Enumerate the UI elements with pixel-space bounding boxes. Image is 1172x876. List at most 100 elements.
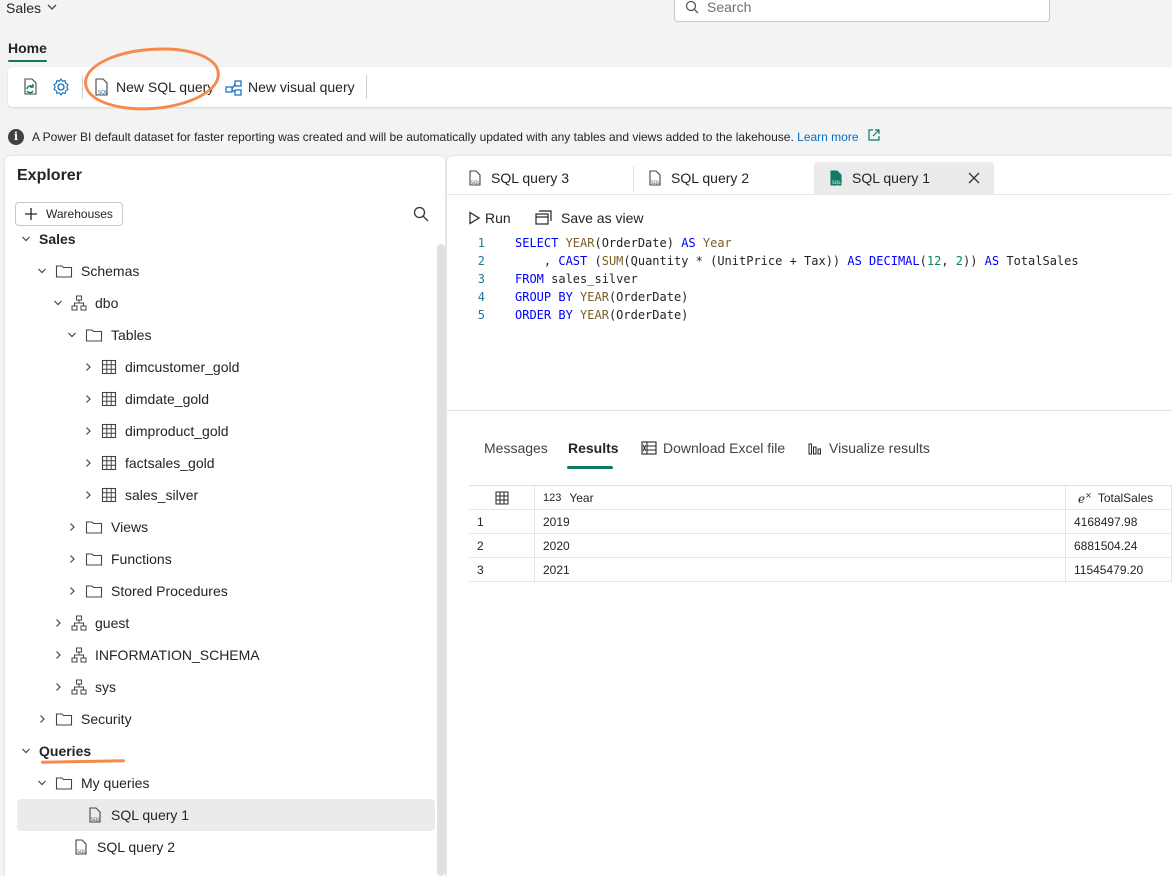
code-line: 2 , CAST (SUM(Quantity * (UnitPrice + Ta… xyxy=(447,254,1172,272)
chevron-down-icon[interactable] xyxy=(35,778,49,788)
save-as-view-button[interactable]: Save as view xyxy=(535,210,643,226)
run-label: Run xyxy=(485,210,511,226)
tree-item[interactable]: Tables xyxy=(5,319,425,351)
new-visual-query-label: New visual query xyxy=(248,79,355,95)
line-number: 4 xyxy=(477,290,485,304)
chevron-right-icon[interactable] xyxy=(51,682,65,692)
tree-item-label: My queries xyxy=(81,775,150,791)
tree-item[interactable]: sys xyxy=(5,671,425,703)
cell-totalsales: 6881504.24 xyxy=(1066,534,1172,558)
chevron-right-icon[interactable] xyxy=(51,650,65,660)
tree-item[interactable]: guest xyxy=(5,607,425,639)
new-visual-query-button[interactable]: New visual query xyxy=(224,77,355,97)
tab-sql-query-3[interactable]: SQL SQL query 3 xyxy=(447,162,633,194)
chevron-right-icon[interactable] xyxy=(65,554,79,564)
tree-item[interactable]: My queries xyxy=(5,767,425,799)
visualize-results-button[interactable]: Visualize results xyxy=(807,440,930,456)
tree-item[interactable]: Schemas xyxy=(5,255,425,287)
explorer-pane: Explorer Warehouses Sales Schemas dbo Table… xyxy=(5,156,445,876)
cell-totalsales: 4168497.98 xyxy=(1066,510,1172,534)
chevron-right-icon[interactable] xyxy=(51,618,65,628)
tree-item[interactable]: INFORMATION_SCHEMA xyxy=(5,639,425,671)
column-header-year[interactable]: 123 Year xyxy=(535,486,1066,510)
column-header-totalsales[interactable]: e× TotalSales xyxy=(1066,486,1172,510)
tree-item[interactable]: factsales_gold xyxy=(5,447,425,479)
chevron-right-icon[interactable] xyxy=(81,394,95,404)
refresh-icon xyxy=(24,78,37,95)
chevron-right-icon[interactable] xyxy=(81,490,95,500)
tree-item[interactable]: Security xyxy=(5,703,425,735)
table-icon xyxy=(101,391,117,407)
sql-file-icon: SQL xyxy=(830,170,842,186)
tree-item[interactable]: Stored Procedures xyxy=(5,575,425,607)
chevron-down-icon[interactable] xyxy=(19,234,33,244)
tree-item[interactable]: dimcustomer_gold xyxy=(5,351,425,383)
chevron-right-icon[interactable] xyxy=(65,586,79,596)
sql-editor[interactable]: 1 SELECT YEAR(OrderDate) AS Year 2 , CAST … xyxy=(447,236,1172,408)
tree-item-label: Views xyxy=(111,519,149,535)
chevron-right-icon[interactable] xyxy=(35,714,49,724)
tree-item[interactable]: dimdate_gold xyxy=(5,383,425,415)
tree-item[interactable]: SQL SQL query 1 xyxy=(17,799,435,831)
run-button[interactable]: Run xyxy=(467,210,511,226)
chevron-down-icon[interactable] xyxy=(35,266,49,276)
folder-icon xyxy=(85,551,103,567)
tree-item[interactable]: sales_silver xyxy=(5,479,425,511)
download-excel-button[interactable]: Download Excel file xyxy=(641,440,785,456)
tab-messages[interactable]: Messages xyxy=(484,440,548,456)
tab-sql-query-2[interactable]: SQL SQL query 2 xyxy=(627,162,813,194)
explorer-scrollbar[interactable] xyxy=(437,244,445,876)
line-number: 5 xyxy=(477,308,485,322)
table-row: 3 2021 11545479.20 xyxy=(469,558,1172,582)
chevron-down-icon[interactable] xyxy=(51,298,65,308)
search-input[interactable] xyxy=(707,0,1027,15)
chevron-right-icon[interactable] xyxy=(81,362,95,372)
tree-item-label: dimcustomer_gold xyxy=(125,359,240,375)
table-icon xyxy=(101,455,117,471)
visual-query-icon xyxy=(225,80,242,96)
row-number: 3 xyxy=(469,558,535,582)
tree-item[interactable]: Views xyxy=(5,511,425,543)
line-number: 3 xyxy=(477,272,485,286)
refresh-button[interactable] xyxy=(20,77,40,97)
tree-item[interactable]: dbo xyxy=(5,287,425,319)
app-title[interactable]: Sales xyxy=(6,0,41,16)
tree-item[interactable]: Functions xyxy=(5,543,425,575)
settings-button[interactable] xyxy=(51,77,71,97)
search-box[interactable] xyxy=(674,0,1050,22)
table-icon xyxy=(101,487,117,503)
external-link-icon[interactable] xyxy=(867,128,881,145)
save-view-icon xyxy=(535,210,552,225)
table-icon xyxy=(101,423,117,439)
tab-label: SQL query 2 xyxy=(671,170,750,186)
tab-results[interactable]: Results xyxy=(568,440,619,456)
info-message: A Power BI default dataset for faster re… xyxy=(32,129,794,144)
chevron-right-icon[interactable] xyxy=(81,458,95,468)
tree-item[interactable]: SQL SQL query 2 xyxy=(5,831,425,863)
folder-icon xyxy=(55,775,73,791)
tab-sql-query-1[interactable]: SQL SQL query 1 xyxy=(814,162,994,194)
chevron-down-icon[interactable] xyxy=(46,1,58,16)
info-icon: i xyxy=(8,128,24,145)
tree-item[interactable]: Sales xyxy=(5,223,425,255)
sql-file-icon: SQL xyxy=(73,839,89,855)
row-number: 1 xyxy=(469,510,535,534)
top-bar: Sales xyxy=(0,0,1172,32)
tree-item-label: INFORMATION_SCHEMA xyxy=(95,647,260,663)
tree-item[interactable]: dimproduct_gold xyxy=(5,415,425,447)
chevron-right-icon[interactable] xyxy=(81,426,95,436)
close-icon[interactable] xyxy=(968,172,980,184)
play-icon xyxy=(469,211,481,225)
save-as-view-label: Save as view xyxy=(561,210,644,226)
code-line: 3 FROM sales_silver xyxy=(447,272,1172,290)
sql-file-icon: SQL xyxy=(469,170,481,186)
learn-more-link[interactable]: Learn more xyxy=(797,130,858,144)
tab-home[interactable]: Home xyxy=(8,40,47,56)
download-excel-label: Download Excel file xyxy=(663,440,786,456)
select-all-icon[interactable] xyxy=(469,486,535,510)
svg-text:SQL: SQL xyxy=(77,849,86,855)
chevron-down-icon[interactable] xyxy=(65,330,79,340)
chevron-down-icon[interactable] xyxy=(19,746,33,756)
chevron-right-icon[interactable] xyxy=(65,522,79,532)
query-pane: SQL SQL query 3 SQL SQL query 2 SQL SQL … xyxy=(447,156,1172,876)
